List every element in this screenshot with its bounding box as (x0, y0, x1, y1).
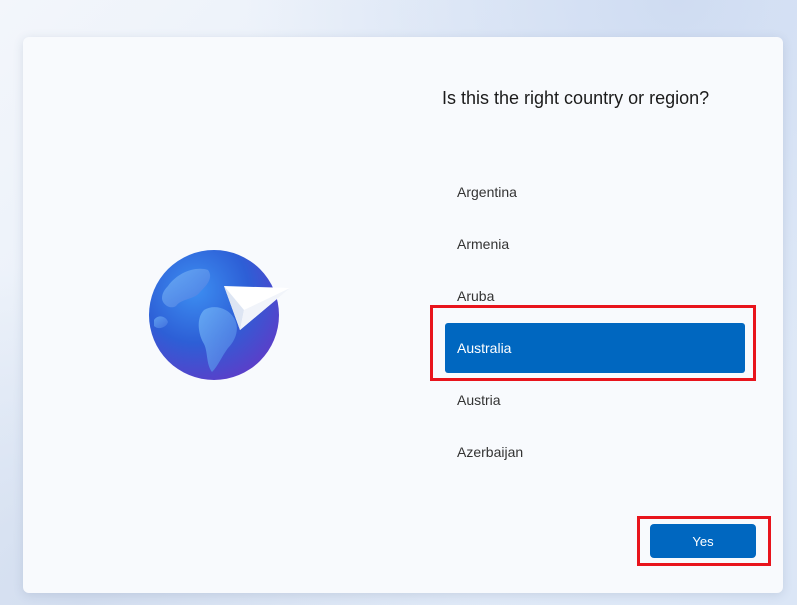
country-item-azerbaijan[interactable]: Azerbaijan (445, 426, 745, 478)
page-title: Is this the right country or region? (442, 88, 710, 108)
country-list[interactable]: Argentina Armenia Aruba Australia Austri… (445, 166, 745, 478)
country-item-austria[interactable]: Austria (445, 374, 745, 426)
country-item-argentina[interactable]: Argentina (445, 166, 745, 218)
country-item-australia[interactable]: Australia (445, 323, 745, 373)
yes-button[interactable]: Yes (650, 524, 756, 558)
globe-paper-plane-icon (148, 248, 293, 383)
country-item-aruba[interactable]: Aruba (445, 270, 745, 322)
country-item-armenia[interactable]: Armenia (445, 218, 745, 270)
